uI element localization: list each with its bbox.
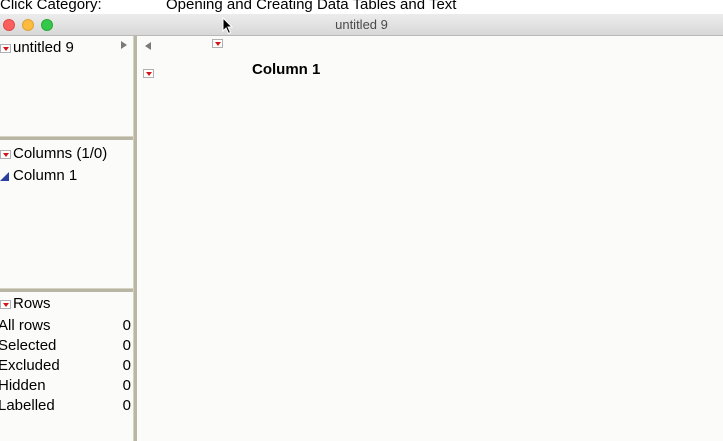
rows-summary-value: 0 [122,377,131,394]
rows-summary-row: All rows 0 [0,316,133,336]
rows-summary-row: Selected 0 [0,336,133,356]
rows-summary-value: 0 [122,317,131,334]
columns-panel-header: Columns (1/0) [0,145,107,162]
table-panel-header: untitled 9 [0,39,74,56]
continuous-column-icon [0,171,9,181]
category-label: Click Category: [0,0,102,13]
title-bar[interactable]: untitled 9 [0,14,723,36]
expand-arrow-icon[interactable] [121,41,127,49]
data-table-window: untitled 9 untitled 9 Columns (1/0) Colu… [0,14,723,441]
panel-divider[interactable] [0,136,133,140]
rows-summary-value: 0 [122,337,131,354]
rows-summary-value: 0 [122,397,131,414]
table-menu-red-triangle-icon[interactable] [0,43,11,53]
rows-summary-row: Excluded 0 [0,356,133,376]
rows-summary-label: Labelled [0,397,55,414]
scroll-left-arrow-icon[interactable] [145,42,151,50]
data-grid[interactable]: Column 1 [137,36,723,441]
rows-panel-header: Rows [0,295,51,312]
rows-summary-table: All rows 0 Selected 0 Excluded 0 Hidden … [0,316,133,416]
table-name: untitled 9 [13,39,74,56]
rows-summary-label: Excluded [0,357,60,374]
columns-panel-title: Columns (1/0) [13,145,108,162]
rows-summary-label: Selected [0,337,57,354]
column-list-item[interactable]: Column 1 [0,167,77,184]
rows-panel-title: Rows [13,295,51,312]
columns-menu-red-triangle-icon[interactable] [0,149,11,159]
rows-summary-row: Hidden 0 [0,376,133,396]
rows-summary-value: 0 [122,357,131,374]
mouse-pointer-icon [222,17,234,35]
rows-summary-row: Labelled 0 [0,396,133,416]
caption-bar: Click Category: Opening and Creating Dat… [0,0,723,14]
column-header[interactable]: Column 1 [252,61,320,78]
rows-menu-red-triangle-icon[interactable] [0,299,11,309]
column-header-menu-red-triangle-icon[interactable] [212,39,223,48]
rows-summary-label: Hidden [0,377,46,394]
panel-divider[interactable] [0,288,133,292]
rows-summary-label: All rows [0,317,51,334]
column-list-item-label: Column 1 [13,167,78,184]
left-panel: untitled 9 Columns (1/0) Column 1 Rows A… [0,36,133,441]
topic-label: Opening and Creating Data Tables and Tex… [166,0,457,13]
row-header-menu-red-triangle-icon[interactable] [143,69,154,78]
window-title: untitled 9 [335,17,388,32]
